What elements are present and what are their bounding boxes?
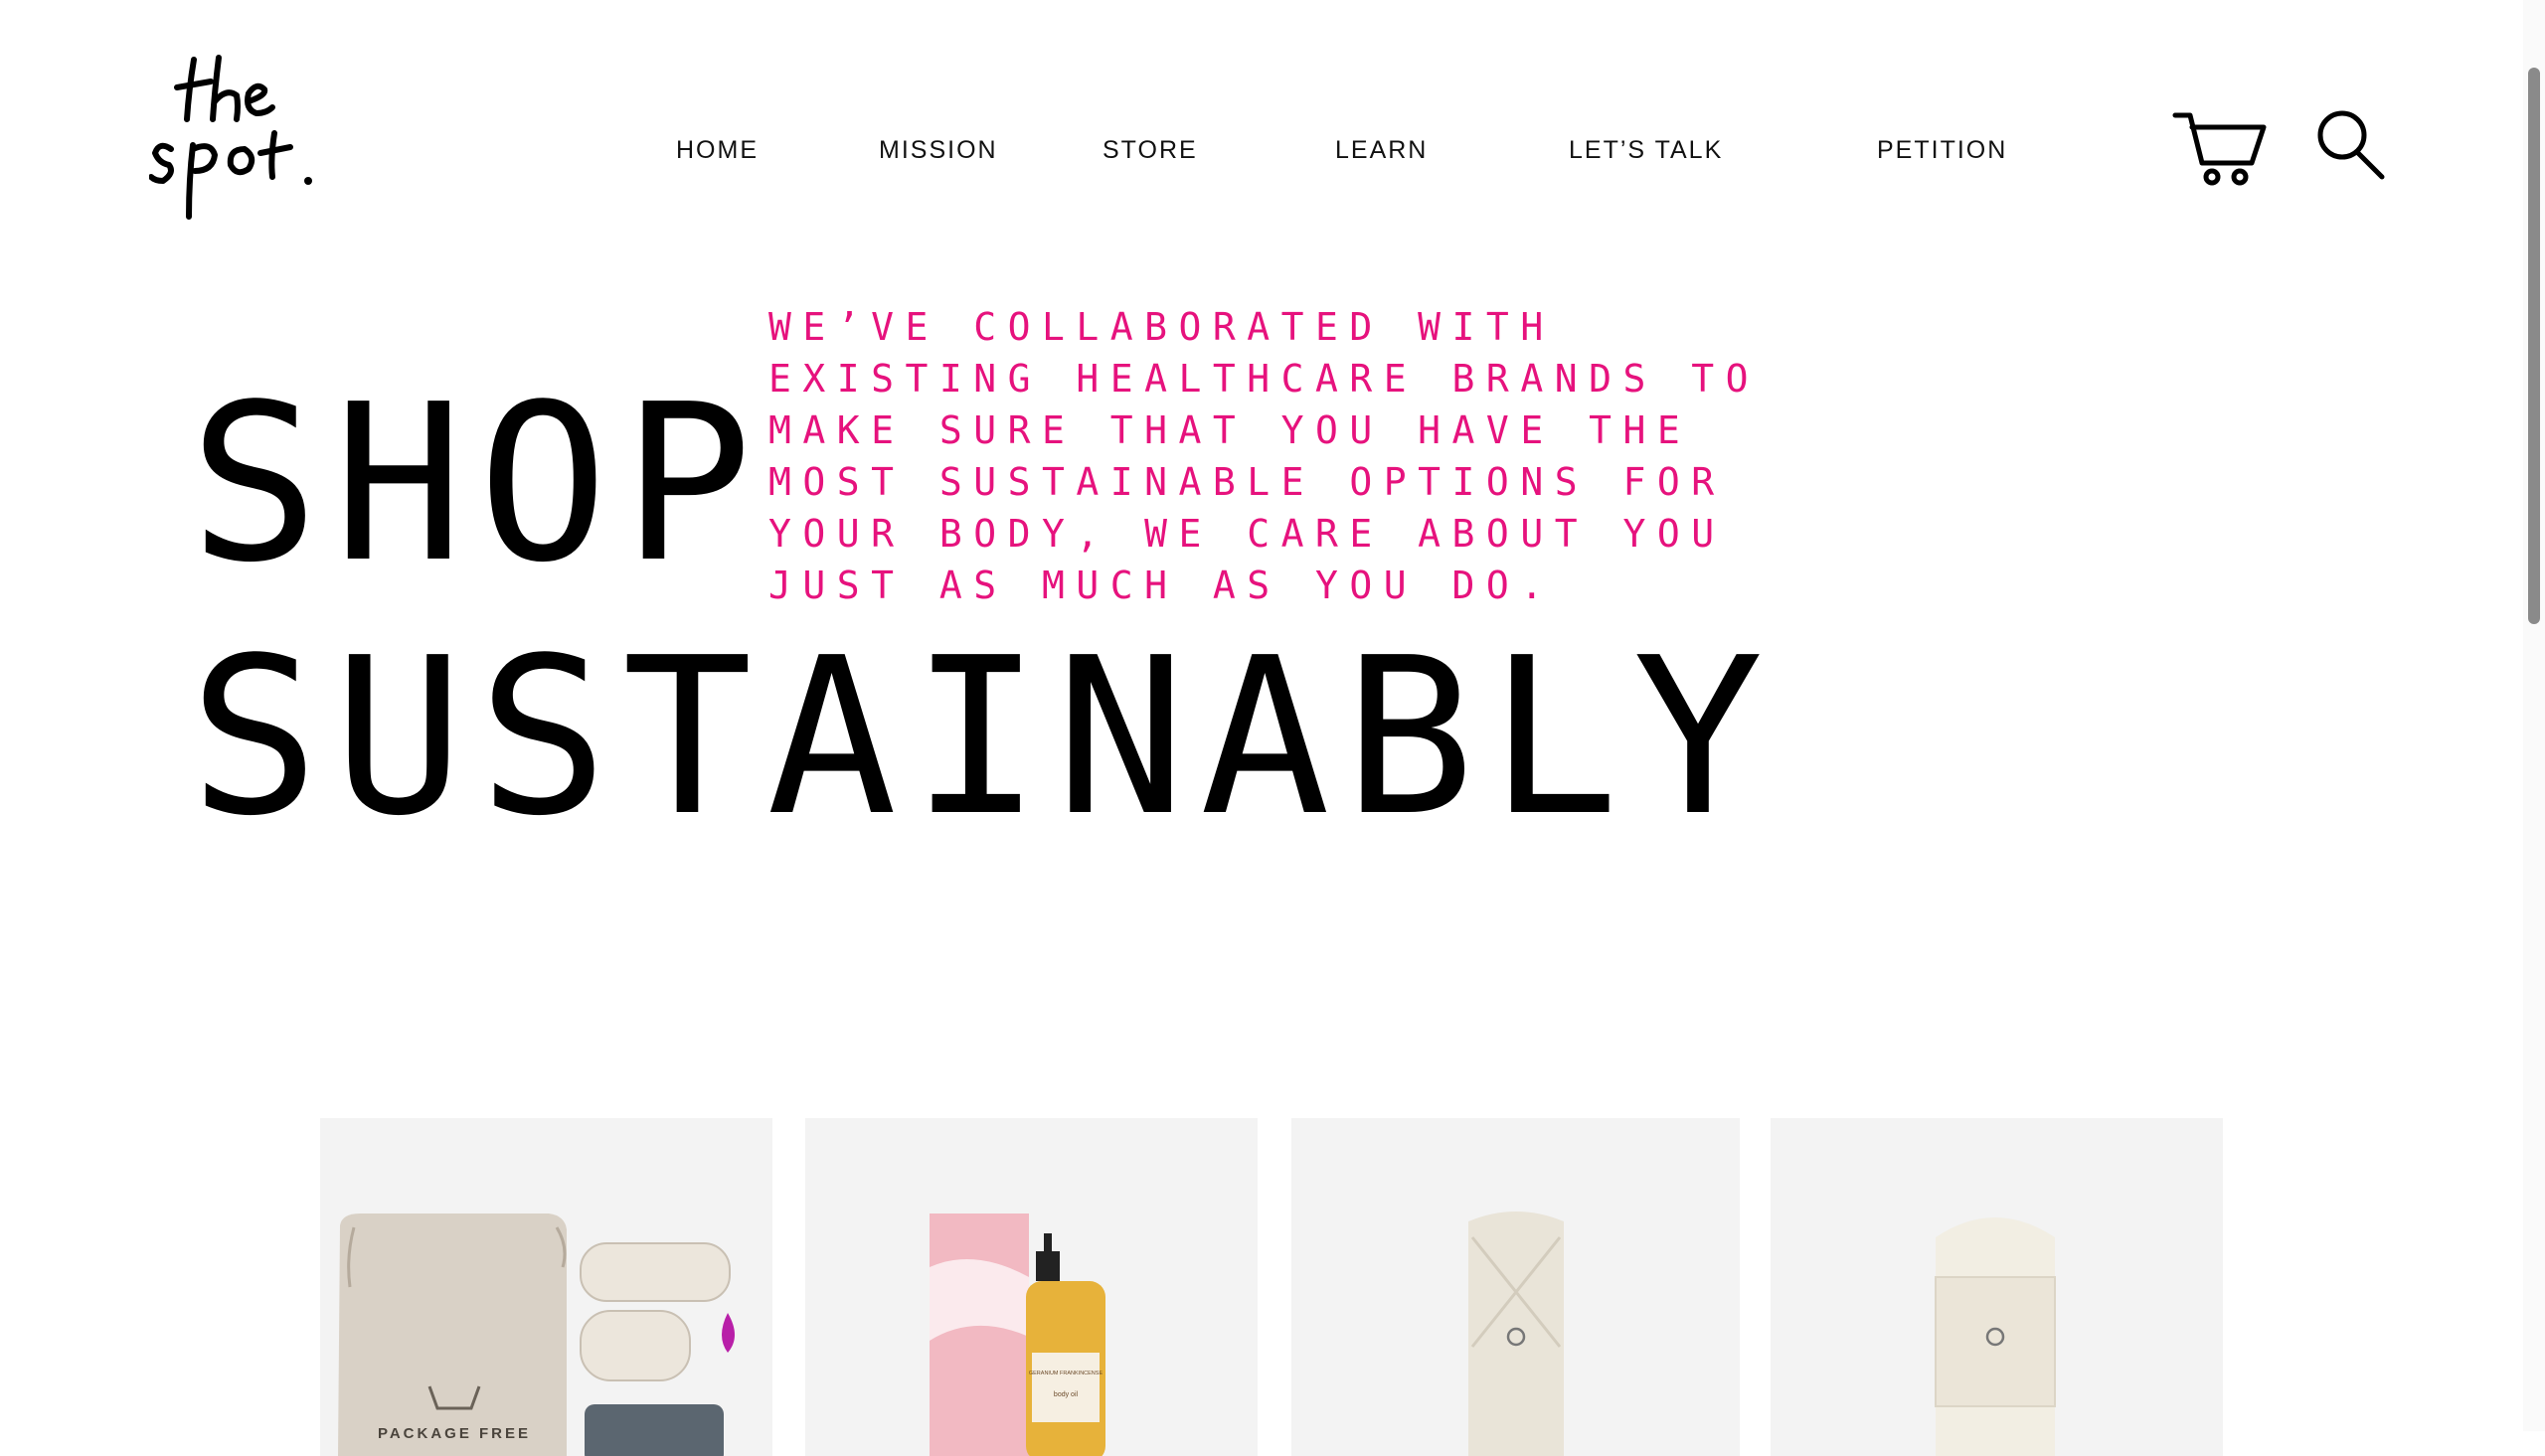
product-image-body-oil: GERANIUM FRANKINCENSE body oil bbox=[930, 1213, 1105, 1456]
product-image-liner bbox=[1935, 1217, 2056, 1456]
product-card-pad[interactable] bbox=[1291, 1118, 1740, 1456]
nav-lets-talk[interactable]: LET’S TALK bbox=[1569, 135, 1723, 165]
nav-learn[interactable]: LEARN bbox=[1335, 135, 1428, 165]
brand-logo[interactable] bbox=[148, 50, 348, 229]
product-card-kit[interactable]: PACKAGE FREE bbox=[320, 1118, 772, 1456]
product-card-body-oil[interactable]: GERANIUM FRANKINCENSE body oil bbox=[805, 1118, 1258, 1456]
product-image-label: PACKAGE FREE bbox=[378, 1425, 531, 1442]
cart-icon[interactable] bbox=[2172, 109, 2268, 187]
nav-petition[interactable]: PETITION bbox=[1877, 135, 2007, 165]
product-image-kit: PACKAGE FREE bbox=[338, 1213, 735, 1456]
nav-mission[interactable]: MISSION bbox=[879, 135, 998, 165]
hero-title-line2: SUSTAINABLY bbox=[189, 612, 1778, 864]
brand-logo-mark bbox=[148, 55, 312, 220]
product-card-liner[interactable] bbox=[1771, 1118, 2223, 1456]
nav-store[interactable]: STORE bbox=[1103, 135, 1198, 165]
product-image-pad bbox=[1468, 1212, 1564, 1456]
hero-tagline: WE’VE COLLABORATED WITH EXISTING HEALTHC… bbox=[768, 305, 1760, 607]
nav-home[interactable]: HOME bbox=[676, 135, 759, 165]
page-scrollbar-thumb[interactable] bbox=[2528, 68, 2540, 624]
product-image-sublabel: body oil bbox=[1054, 1391, 1079, 1398]
search-icon[interactable] bbox=[2314, 107, 2388, 183]
product-image-label: GERANIUM FRANKINCENSE bbox=[1029, 1371, 1103, 1376]
